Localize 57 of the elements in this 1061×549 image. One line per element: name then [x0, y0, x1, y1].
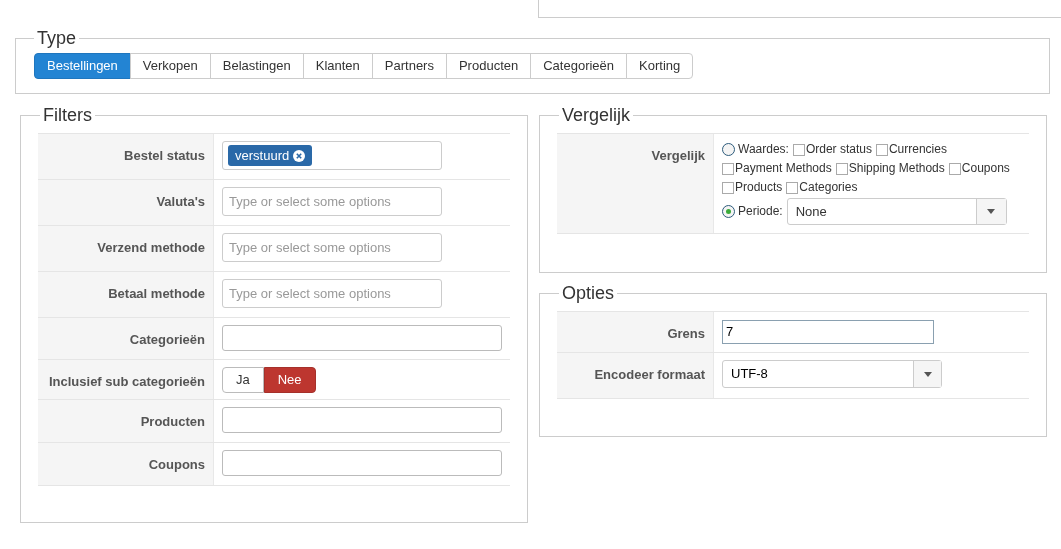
multiselect-field[interactable]: Type or select some options [222, 187, 442, 216]
field-label: Categorieën [129, 332, 205, 347]
checkbox-label: Categories [799, 179, 858, 196]
remove-icon[interactable] [293, 149, 306, 162]
panel-title: Opties [561, 282, 616, 305]
type-tab[interactable]: Categorieën [530, 53, 628, 79]
field-label: Grens [667, 326, 705, 341]
text-field[interactable] [222, 325, 502, 351]
toggle-option[interactable]: Ja [222, 367, 264, 393]
checkbox-label: Coupons [961, 160, 1010, 177]
panel-title: Vergelijk [561, 104, 632, 127]
field-label: Encodeer formaat [594, 367, 705, 382]
type-tab[interactable]: Bestellingen [34, 53, 131, 79]
field-label: Bestel status [124, 148, 205, 163]
type-tab[interactable]: Producten [445, 53, 532, 79]
option-label: Waardes: [738, 141, 789, 158]
type-tab[interactable]: Klanten [302, 53, 373, 79]
type-tab[interactable]: Verkopen [129, 53, 211, 79]
checkbox-label: Payment Methods [735, 160, 832, 177]
multiselect-field[interactable]: Type or select some options [222, 279, 442, 308]
checkbox-label: Shipping Methods [848, 160, 945, 177]
field-label: Betaal methode [108, 286, 205, 301]
radio-button[interactable] [722, 143, 735, 156]
checkbox[interactable] [835, 162, 848, 175]
type-tab[interactable]: Partners [371, 53, 447, 79]
panel-title: Filters [42, 104, 93, 127]
text-field[interactable]: 7 [722, 319, 934, 344]
field-label: Verzend methode [97, 240, 205, 255]
type-tab[interactable]: Belastingen [209, 53, 304, 79]
multiselect-field[interactable]: Type or select some options [222, 233, 442, 262]
field-label: Coupons [148, 457, 205, 472]
panel-title: Type [36, 27, 78, 50]
caret-icon [987, 209, 996, 214]
radio-button[interactable] [722, 205, 735, 218]
tag-chip[interactable]: verstuurd [228, 145, 313, 166]
checkbox[interactable] [722, 181, 734, 194]
period-select[interactable]: None [786, 198, 1007, 225]
checkbox-label: Order status [805, 141, 872, 158]
checkbox[interactable] [948, 162, 961, 175]
field-label: Valuta's [156, 194, 205, 209]
checkbox[interactable] [722, 162, 734, 175]
caret-icon [923, 371, 932, 377]
field-label: Vergelijk [651, 148, 705, 163]
text-field[interactable] [222, 407, 502, 433]
checkbox[interactable] [786, 181, 799, 194]
checkbox[interactable] [792, 143, 805, 156]
checkbox-label: Products [735, 179, 783, 196]
text-field[interactable] [222, 450, 502, 476]
type-tab[interactable]: Korting [626, 53, 694, 79]
option-label: Periode: [738, 203, 783, 220]
field-label: Inclusief sub categorieën [48, 374, 205, 389]
checkbox-label: Currencies [888, 141, 947, 158]
checkbox[interactable] [875, 143, 888, 156]
select-field[interactable]: UTF-8 [722, 360, 942, 388]
field-label: Producten [140, 414, 205, 429]
tag-input[interactable]: verstuurd [222, 141, 442, 170]
toggle-option[interactable]: Nee [263, 367, 316, 393]
